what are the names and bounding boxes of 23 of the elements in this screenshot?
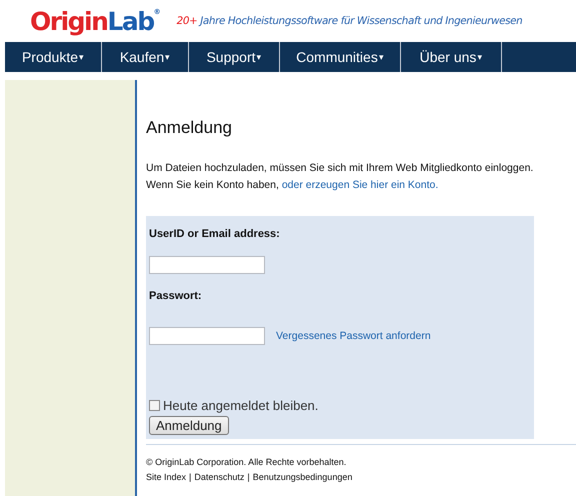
footer-link[interactable]: Site Index	[146, 472, 186, 482]
tagline: 20+ Jahre Hochleistungssoftware für Wissenschaft und Ingenieurwesen	[176, 15, 522, 27]
checkbox[interactable]	[149, 400, 160, 411]
nav-item[interactable]: Über uns▾	[401, 42, 502, 72]
login-button[interactable]: Anmeldung	[149, 416, 229, 435]
intro-text: Um Dateien hochzuladen, müssen Sie sich mit Ihrem Web Mitgliedkonto einloggen. Wenn Sie kein Konto haben, oder erzeugen Sie hier ein Konto.	[146, 161, 534, 193]
password-label: Passwort:	[149, 290, 203, 302]
separator: |	[247, 472, 250, 482]
userid-label: UserID or Email address:	[149, 228, 281, 240]
separator: |	[189, 472, 192, 482]
footer-link[interactable]: Benutzungsbedingungen	[252, 472, 352, 482]
nav-item[interactable]: Support▾	[189, 42, 280, 72]
copyright-text: © OriginLab Corporation. Alle Rechte vorbehalten.	[146, 456, 348, 469]
nav-item[interactable]: Produkte▾	[5, 42, 102, 72]
page-title: Anmeldung	[146, 118, 234, 138]
nav-item[interactable]: Kaufen▾	[102, 42, 189, 72]
forgot-password-link[interactable]: Vergessenes Passwort anfordern	[276, 330, 431, 342]
userid-field[interactable]	[149, 256, 265, 274]
password-field[interactable]	[149, 327, 265, 345]
create-account-link[interactable]: oder erzeugen Sie hier ein Konto.	[282, 179, 438, 191]
footer-link[interactable]: Datenschutz	[194, 472, 244, 482]
nav-item[interactable]: Communities▾	[280, 42, 401, 72]
remember-label: Heute angemeldet bleiben.	[163, 398, 318, 413]
